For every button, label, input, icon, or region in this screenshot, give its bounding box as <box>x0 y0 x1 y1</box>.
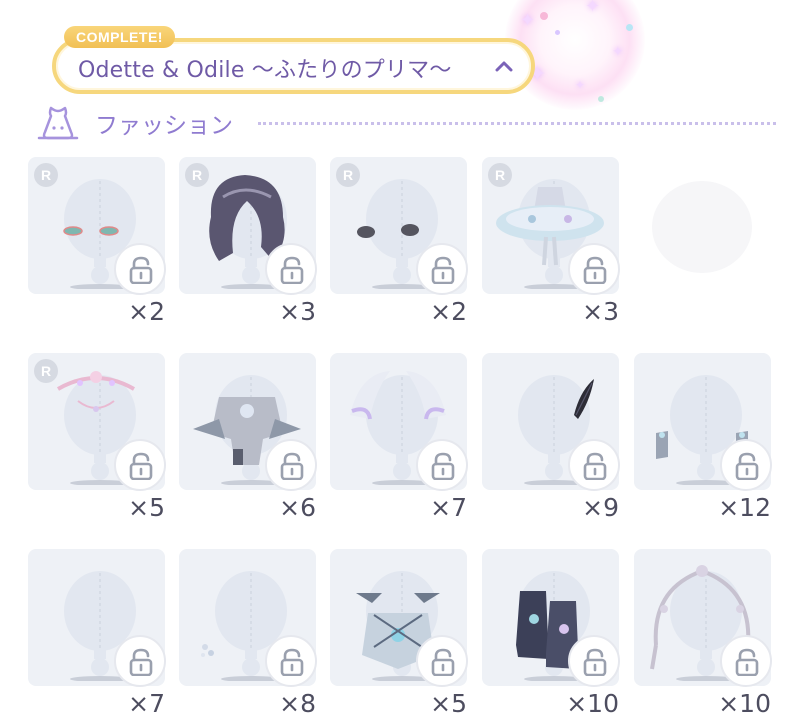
item-quantity: ×2 <box>128 297 165 326</box>
unlock-button[interactable] <box>568 243 620 295</box>
unlock-icon <box>735 452 759 480</box>
item-quantity: ×8 <box>279 689 316 718</box>
item-quantity: ×12 <box>718 493 771 522</box>
dress-icon <box>37 106 79 140</box>
item-quantity: ×5 <box>430 689 467 718</box>
section-divider <box>258 122 776 125</box>
rarity-badge: R <box>34 163 58 187</box>
sparkle-icon: ✦ <box>612 44 624 60</box>
item-quantity: ×2 <box>430 297 467 326</box>
unlock-button[interactable] <box>568 439 620 491</box>
unlock-icon <box>129 256 153 284</box>
unlock-icon <box>583 648 607 676</box>
unlock-icon <box>583 452 607 480</box>
sparkle-dot <box>540 12 548 20</box>
item-grid: R ×2 R ×3 R ×2 R ×3 R ×5 ×6 ×7 ×9 ×12 ×7 ×8 ×5 ×10 ×10 <box>28 157 773 726</box>
unlock-icon <box>129 452 153 480</box>
unlock-icon <box>735 648 759 676</box>
unlock-icon <box>431 452 455 480</box>
unlock-button[interactable] <box>416 243 468 295</box>
item-quantity: ×6 <box>279 493 316 522</box>
unlock-button[interactable] <box>114 635 166 687</box>
rarity-badge: R <box>488 163 512 187</box>
item-quantity: ×3 <box>582 297 619 326</box>
sparkle-icon: ✦ <box>520 10 536 31</box>
section-title: ファッション <box>95 113 233 139</box>
unlock-icon <box>431 648 455 676</box>
item-quantity: ×7 <box>128 689 165 718</box>
unlock-button[interactable] <box>416 635 468 687</box>
unlock-button[interactable] <box>265 243 317 295</box>
chevron-up-icon[interactable] <box>495 54 513 78</box>
unlock-button[interactable] <box>114 439 166 491</box>
item-quantity: ×3 <box>279 297 316 326</box>
sparkle-dot <box>626 24 633 31</box>
unlock-button[interactable] <box>720 635 772 687</box>
sparkle-icon: ✦ <box>585 0 601 17</box>
unlock-icon <box>280 256 304 284</box>
unlock-icon <box>583 256 607 284</box>
sparkle-dot <box>598 96 604 102</box>
unlock-button[interactable] <box>265 635 317 687</box>
rarity-badge: R <box>336 163 360 187</box>
item-quantity: ×5 <box>128 493 165 522</box>
unlock-icon <box>280 452 304 480</box>
unlock-button[interactable] <box>568 635 620 687</box>
faded-item-item-icon <box>652 181 752 273</box>
unlock-button[interactable] <box>720 439 772 491</box>
item-quantity: ×9 <box>582 493 619 522</box>
item-quantity: ×10 <box>718 689 771 718</box>
rarity-badge: R <box>34 359 58 383</box>
item-quantity: ×10 <box>566 689 619 718</box>
sparkle-dot <box>555 30 560 35</box>
unlock-button[interactable] <box>114 243 166 295</box>
complete-badge: COMPLETE! <box>64 26 175 48</box>
unlock-icon <box>431 256 455 284</box>
unlock-button[interactable] <box>416 439 468 491</box>
rarity-badge: R <box>185 163 209 187</box>
item-quantity: ×7 <box>430 493 467 522</box>
sparkle-icon: ✦ <box>575 78 586 92</box>
unlock-icon <box>129 648 153 676</box>
item-card[interactable] <box>634 157 771 294</box>
unlock-icon <box>280 648 304 676</box>
unlock-button[interactable] <box>265 439 317 491</box>
collection-title: Odette & Odile ～ふたりのプリマ～ <box>78 58 452 83</box>
